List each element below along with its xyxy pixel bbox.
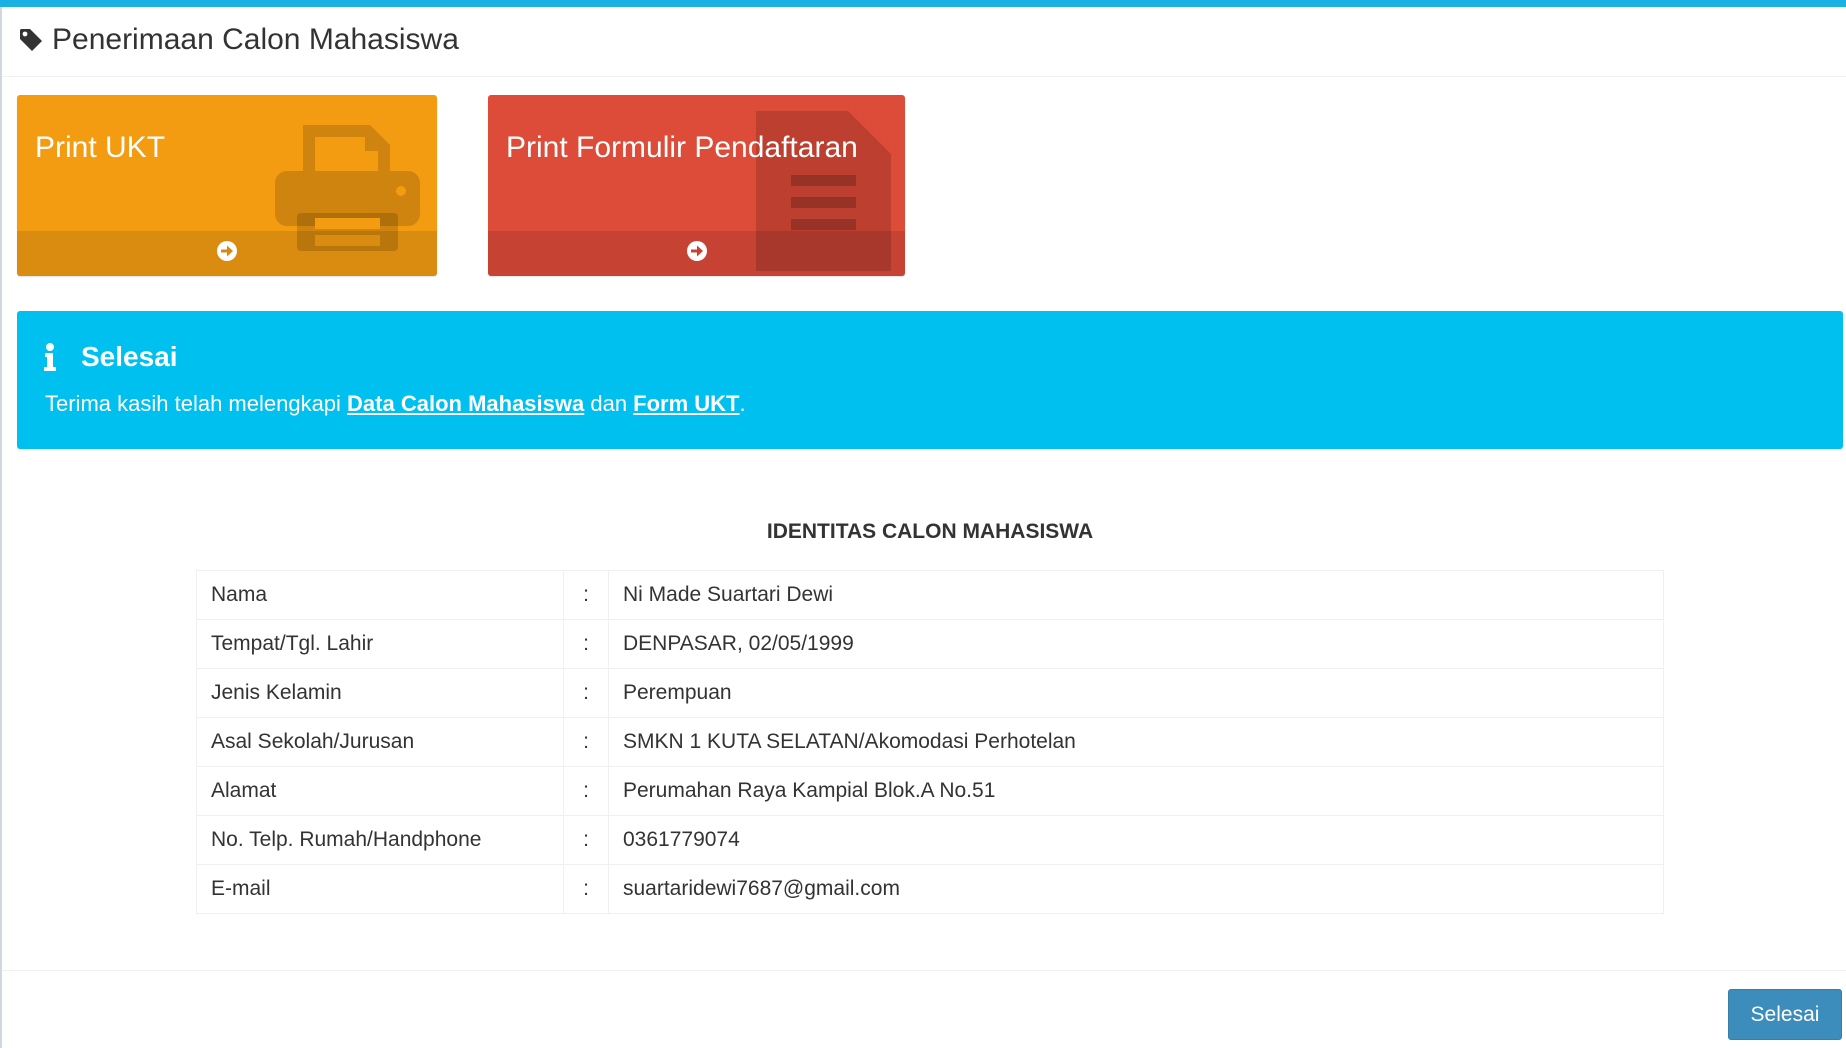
footer-divider [2, 970, 1846, 971]
top-accent-bar [0, 0, 1846, 7]
header-divider [2, 76, 1846, 77]
callout-text-after: . [739, 391, 746, 416]
row-value: DENPASAR, 02/05/1999 [608, 619, 1664, 669]
table-row: Jenis Kelamin : Perempuan [196, 668, 1664, 718]
row-separator: : [563, 717, 609, 767]
left-border [0, 7, 2, 1048]
table-row: No. Telp. Rumah/Handphone : 0361779074 [196, 815, 1664, 865]
row-separator: : [563, 570, 609, 620]
row-label: Nama [196, 570, 564, 620]
print-formulir-label: Print Formulir Pendaftaran [506, 131, 858, 164]
form-ukt-link[interactable]: Form UKT [633, 391, 739, 416]
arrow-circle-right-icon [686, 240, 708, 267]
callout-header: Selesai [43, 341, 178, 373]
page-title: Penerimaan Calon Mahasiswa [52, 23, 459, 56]
row-value: Perempuan [608, 668, 1664, 718]
row-separator: : [563, 815, 609, 865]
row-separator: : [563, 766, 609, 816]
row-value: SMKN 1 KUTA SELATAN/Akomodasi Perhotelan [608, 717, 1664, 767]
print-ukt-box[interactable]: Print UKT [17, 95, 437, 276]
callout-message: Terima kasih telah melengkapi Data Calon… [45, 391, 746, 417]
page-header: Penerimaan Calon Mahasiswa [18, 20, 459, 60]
row-separator: : [563, 864, 609, 914]
table-row: Asal Sekolah/Jurusan : SMKN 1 KUTA SELAT… [196, 717, 1664, 767]
identity-table-title: IDENTITAS CALON MAHASISWA [766, 520, 1094, 543]
row-label: E-mail [196, 864, 564, 914]
table-row: E-mail : suartaridewi7687@gmail.com [196, 864, 1664, 914]
row-label: Tempat/Tgl. Lahir [196, 619, 564, 669]
completion-callout: Selesai Terima kasih telah melengkapi Da… [17, 311, 1843, 449]
row-label: No. Telp. Rumah/Handphone [196, 815, 564, 865]
row-label: Alamat [196, 766, 564, 816]
row-value: 0361779074 [608, 815, 1664, 865]
arrow-circle-right-icon [216, 240, 238, 267]
row-label: Jenis Kelamin [196, 668, 564, 718]
info-icon [43, 342, 65, 372]
table-row: Alamat : Perumahan Raya Kampial Blok.A N… [196, 766, 1664, 816]
print-ukt-label: Print UKT [35, 131, 166, 164]
row-value: suartaridewi7687@gmail.com [608, 864, 1664, 914]
callout-text-before: Terima kasih telah melengkapi [45, 391, 348, 416]
row-separator: : [563, 668, 609, 718]
row-value: Ni Made Suartari Dewi [608, 570, 1664, 620]
row-separator: : [563, 619, 609, 669]
selesai-button[interactable]: Selesai [1728, 989, 1842, 1040]
callout-title: Selesai [81, 341, 178, 372]
callout-text-mid: dan [584, 391, 634, 416]
row-value: Perumahan Raya Kampial Blok.A No.51 [608, 766, 1664, 816]
tag-icon [18, 27, 44, 53]
print-ukt-footer[interactable] [17, 231, 437, 276]
table-row: Nama : Ni Made Suartari Dewi [196, 570, 1664, 620]
identity-table: Nama : Ni Made Suartari Dewi Tempat/Tgl.… [196, 570, 1664, 914]
print-formulir-footer[interactable] [488, 231, 905, 276]
table-row: Tempat/Tgl. Lahir : DENPASAR, 02/05/1999 [196, 619, 1664, 669]
data-calon-mahasiswa-link[interactable]: Data Calon Mahasiswa [347, 391, 584, 416]
print-formulir-box[interactable]: Print Formulir Pendaftaran [488, 95, 905, 276]
row-label: Asal Sekolah/Jurusan [196, 717, 564, 767]
